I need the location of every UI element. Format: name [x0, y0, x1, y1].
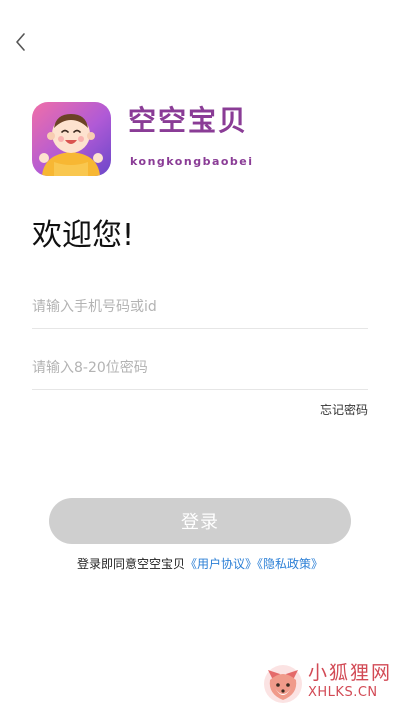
user-agreement-link[interactable]: 《用户协议》: [185, 557, 257, 571]
watermark-text: 小狐狸网: [308, 662, 393, 684]
watermark-subtext: XHLKS.CN: [308, 685, 378, 700]
baby-icon: [32, 102, 111, 176]
chevron-left-icon: [16, 33, 25, 51]
agreement-text: 登录即同意空空宝贝《用户协议》《隐私政策》: [0, 555, 400, 572]
fox-icon: [264, 665, 302, 703]
password-field-wrap: [32, 349, 368, 390]
watermark: 小狐狸网 XHLKS.CN: [262, 660, 394, 706]
agreement-prefix: 登录即同意空空宝贝: [76, 557, 185, 571]
account-field-wrap: [32, 288, 368, 329]
privacy-policy-link[interactable]: 《隐私政策》: [257, 557, 323, 571]
account-input[interactable]: [32, 288, 368, 326]
back-button[interactable]: [8, 28, 32, 56]
password-input[interactable]: [32, 349, 368, 387]
welcome-title: 欢迎您!: [32, 218, 135, 253]
app-logo: [32, 102, 111, 176]
forgot-password-link[interactable]: 忘记密码: [320, 401, 368, 418]
brand-subtitle: kongkongbaobei: [130, 155, 254, 168]
brand-name: 空空宝贝: [128, 104, 249, 137]
login-button[interactable]: 登录: [49, 498, 351, 544]
